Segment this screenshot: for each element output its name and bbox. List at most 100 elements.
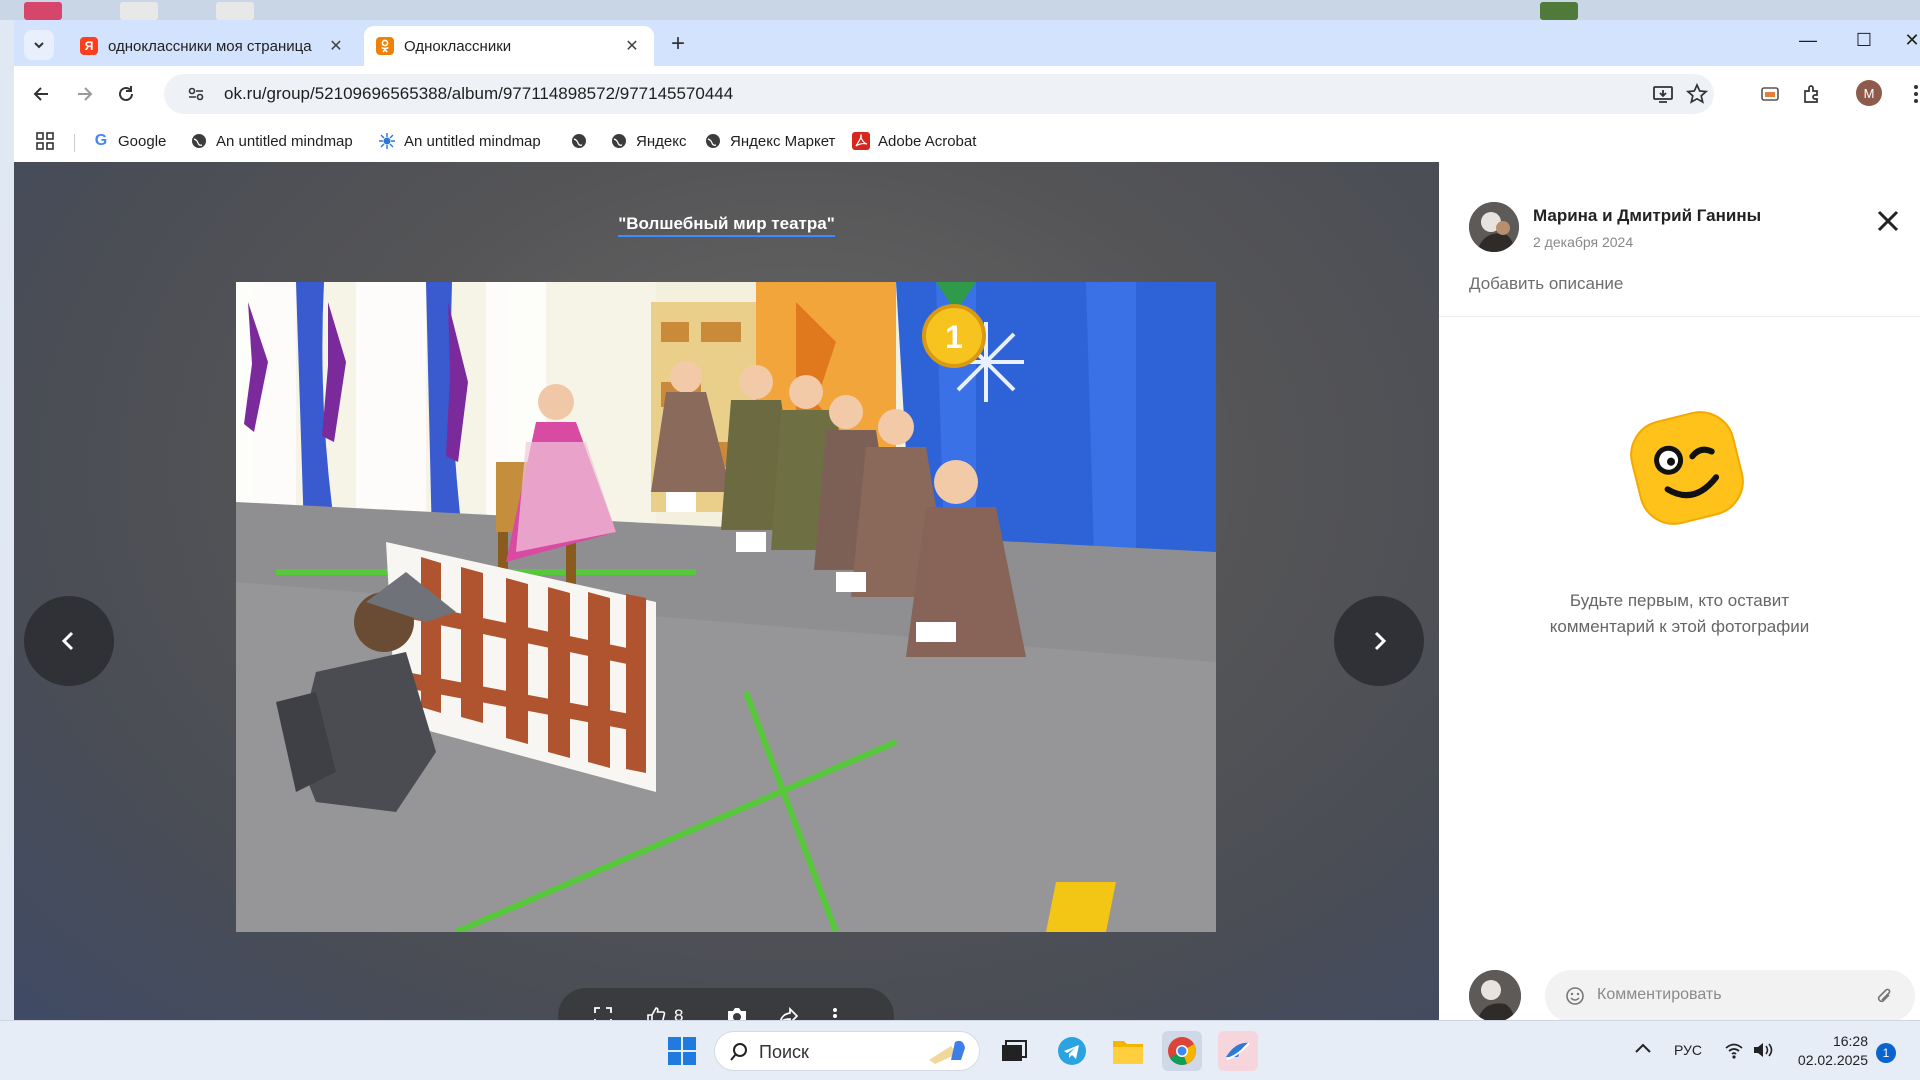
bookmark-globe[interactable] [570,132,596,150]
bookmark-label: Google [118,132,167,150]
photo-mark-button[interactable] [726,1004,748,1020]
task-view-icon[interactable] [994,1031,1034,1071]
bookmarks-divider [74,134,75,152]
browser-toolbar: ok.ru/group/52109696565388/album/9771148… [14,66,1920,122]
more-vertical-icon [833,1008,837,1018]
reload-button[interactable] [112,80,140,108]
maximize-icon[interactable]: ☐ [1850,30,1878,51]
clock-time[interactable]: 16:28 [1798,1033,1868,1049]
forward-arrow-icon [78,87,93,101]
album-title[interactable]: "Волшебный мир театра" [14,214,1439,237]
language-indicator[interactable]: РУС [1674,1042,1702,1058]
close-icon [1877,210,1899,232]
panel-divider [1439,316,1920,317]
photo-illustration: 1 [236,282,1216,932]
bookmark-label: Adobe Acrobat [878,132,977,150]
next-photo-button[interactable] [1334,596,1424,686]
bookmarks-bar: G Google An untitled mindmap An untitled… [14,122,1920,162]
forward-button[interactable] [70,80,98,108]
smile-icon[interactable] [1565,986,1585,1011]
attach-icon[interactable] [1875,986,1893,1011]
search-label: Поиск [759,1042,809,1062]
search-icon [729,1042,749,1067]
no-comments-line-1: Будьте первым, кто оставит [1569,591,1790,610]
wink-emoji-icon [1621,402,1753,534]
add-description-link[interactable]: Добавить описание [1469,274,1623,294]
close-tab-icon[interactable]: ✕ [326,36,346,56]
close-viewer-button[interactable] [1875,208,1901,234]
back-button[interactable] [28,80,56,108]
globe-icon [570,132,588,150]
tab-search-button[interactable] [24,30,54,60]
browser-window: Я одноклассники моя страница ✕ Однокласс… [14,20,1920,1020]
author-avatar[interactable] [1469,202,1519,252]
windows-logo-icon [668,1037,696,1065]
install-app-icon[interactable] [1652,83,1674,105]
address-bar[interactable]: ok.ru/group/52109696565388/album/9771148… [164,74,1714,114]
telegram-icon[interactable] [1052,1031,1092,1071]
like-button[interactable]: 8 [646,1004,683,1020]
bookmark-adobe-acrobat[interactable]: Adobe Acrobat [852,132,976,150]
globe-icon [190,132,208,150]
photo-viewer: "Волшебный мир театра" 1 8 [14,162,1439,1020]
clock-date[interactable]: 02.02.2025 [1794,1052,1868,1068]
desktop-icon [120,2,158,20]
tray-expand-icon[interactable] [1634,1041,1652,1060]
medal-number: 1 [945,319,963,355]
site-info-icon[interactable] [186,84,206,109]
volume-icon[interactable] [1752,1041,1774,1064]
bookmark-mindmap-2[interactable]: An untitled mindmap [378,132,541,150]
fullscreen-icon [594,1007,612,1020]
close-window-icon[interactable]: ✕ [1898,30,1920,51]
camera-icon [728,1008,746,1020]
file-explorer-icon[interactable] [1108,1031,1148,1071]
current-user-avatar [1469,970,1521,1020]
back-arrow-icon [33,87,48,101]
photo-date: 2 декабря 2024 [1533,234,1634,250]
app-launcher-icon[interactable] [1218,1031,1258,1071]
thumbs-up-icon [647,1007,666,1020]
tab-yandex[interactable]: Я одноклассники моя страница ✕ [68,26,358,66]
comment-placeholder: Комментировать [1597,986,1722,1003]
browser-menu-icon[interactable] [1902,80,1920,108]
chrome-icon[interactable] [1162,1031,1202,1071]
chevron-right-icon [1374,631,1387,651]
bookmark-label: Яндекс [636,132,687,150]
bookmark-yandex[interactable]: Яндекс [610,132,686,150]
tab-bar: Я одноклассники моя страница ✕ Однокласс… [14,20,1920,66]
search-highlight-icon [925,1038,975,1071]
start-button[interactable] [662,1031,702,1071]
bookmark-star-icon[interactable] [1685,82,1709,105]
bookmark-label: An untitled mindmap [404,132,541,150]
desktop-icon [24,2,62,20]
fullscreen-button[interactable] [594,1004,612,1020]
comment-input[interactable]: Комментировать [1545,970,1915,1020]
bookmark-google[interactable]: G Google [92,132,167,150]
new-tab-button[interactable]: + [666,32,690,56]
album-title-text[interactable]: "Волшебный мир театра" [618,214,835,237]
taskbar-search[interactable]: Поиск [714,1031,980,1071]
tab-title: одноклассники моя страница [108,37,312,55]
bookmark-yandex-market[interactable]: Яндекс Маркет [704,132,835,150]
author-name[interactable]: Марина и Дмитрий Ганины [1533,206,1761,226]
close-tab-icon[interactable]: ✕ [622,36,642,56]
tab-odnoklassniki[interactable]: Одноклассники ✕ [364,26,654,66]
desktop-icon [216,2,254,20]
desktop-icon [1540,2,1578,20]
bookmark-mindmap-1[interactable]: An untitled mindmap [190,132,353,150]
notification-badge[interactable]: 1 [1876,1043,1896,1063]
chevron-left-icon [61,631,74,651]
cast-icon[interactable] [1756,80,1784,108]
minimize-icon[interactable]: — [1794,30,1822,51]
profile-initial: M [1863,85,1875,101]
apps-button[interactable] [36,132,62,150]
more-options-button[interactable] [832,1004,838,1020]
album-photo[interactable]: 1 [236,282,1216,932]
wifi-icon[interactable] [1724,1041,1744,1064]
profile-avatar[interactable]: M [1856,80,1882,106]
url-text[interactable]: ok.ru/group/52109696565388/album/9771148… [224,84,733,104]
previous-photo-button[interactable] [24,596,114,686]
extensions-icon[interactable] [1798,80,1826,108]
share-button[interactable] [778,1004,798,1020]
globe-icon [610,132,628,150]
